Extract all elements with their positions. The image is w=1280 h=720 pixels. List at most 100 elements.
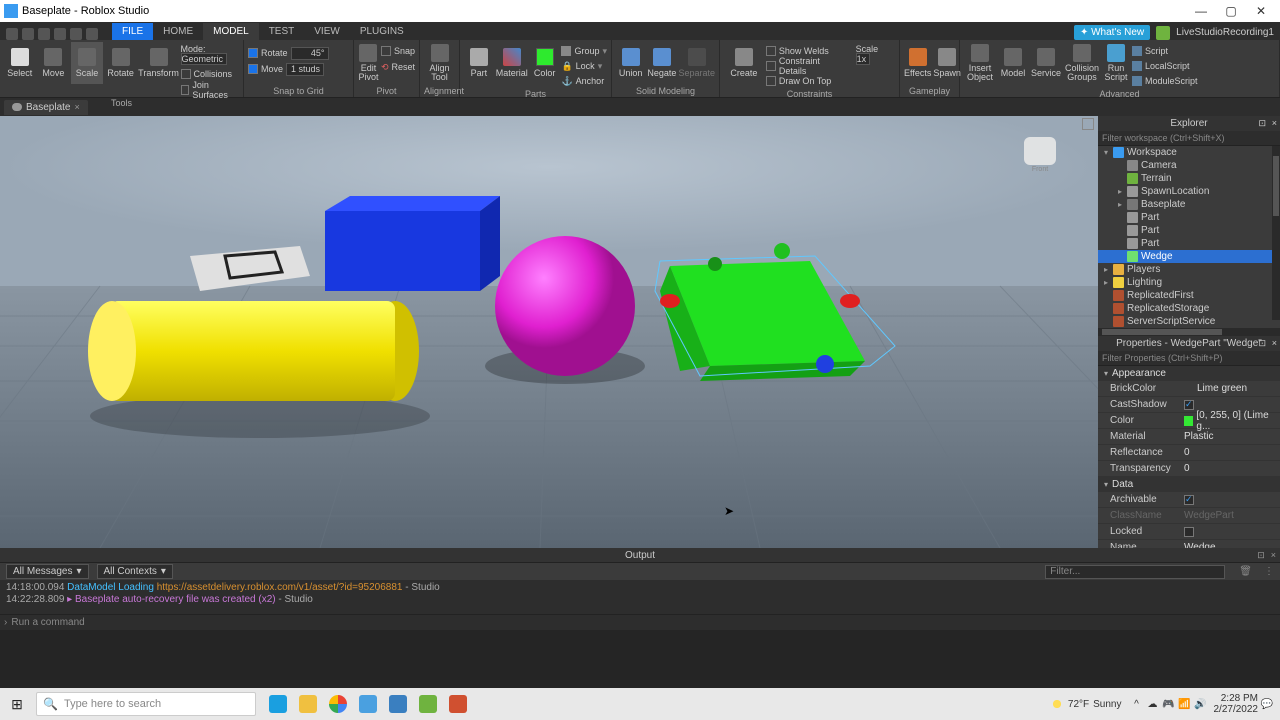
select-button[interactable]: Select — [4, 42, 36, 84]
tree-item-baseplate[interactable]: ▸Baseplate — [1098, 198, 1280, 211]
snap-rotate-input[interactable]: 45° — [291, 47, 329, 60]
scale-button[interactable]: Scale — [71, 42, 103, 84]
collision-groups-button[interactable]: Collision Groups — [1064, 42, 1100, 84]
tree-item-part[interactable]: Part — [1098, 211, 1280, 224]
run-script-button[interactable]: Run Script — [1102, 42, 1130, 84]
draw-on-top-checkbox[interactable] — [766, 76, 776, 86]
trash-icon[interactable]: 🗑 — [1239, 566, 1252, 577]
service-button[interactable]: Service — [1030, 42, 1062, 84]
taskbar-app[interactable] — [324, 690, 352, 718]
move-button[interactable]: Move — [38, 42, 70, 84]
output-messages-dropdown[interactable]: All Messages▾ — [6, 564, 89, 579]
tree-item-workspace[interactable]: ▾Workspace — [1098, 146, 1280, 159]
negate-button[interactable]: Negate — [647, 42, 676, 84]
collisions-checkbox[interactable] — [181, 69, 191, 79]
tab-model[interactable]: MODEL — [203, 23, 259, 40]
archivable-checkbox[interactable] — [1184, 495, 1194, 505]
snap-move-checkbox[interactable] — [248, 64, 258, 74]
expand-icon[interactable] — [1082, 118, 1094, 130]
group-button[interactable]: Group▾ — [561, 44, 607, 58]
create-constraint-button[interactable]: Create — [724, 42, 764, 84]
part-button[interactable]: Part — [464, 42, 494, 84]
close-panel-icon[interactable]: × — [1272, 338, 1277, 348]
rotate-button[interactable]: Rotate — [105, 42, 137, 84]
pin-icon[interactable]: ⊡ — [1258, 118, 1266, 129]
insert-object-button[interactable]: Insert Object — [964, 42, 996, 84]
start-button[interactable]: ⊞ — [0, 688, 34, 720]
qat-icon[interactable] — [54, 28, 66, 40]
model-button[interactable]: Model — [998, 42, 1028, 84]
tab-view[interactable]: VIEW — [304, 23, 350, 40]
properties-filter[interactable]: Filter Properties (Ctrl+Shift+P) — [1098, 351, 1280, 366]
tree-item-replicatedstorage[interactable]: ReplicatedStorage — [1098, 302, 1280, 315]
scrollbar-horizontal[interactable] — [1098, 328, 1280, 336]
taskbar-app[interactable] — [354, 690, 382, 718]
tray-icon[interactable]: 🎮 — [1162, 697, 1176, 711]
show-welds-checkbox[interactable] — [766, 46, 776, 56]
union-button[interactable]: Union — [616, 42, 645, 84]
doctab-close[interactable]: × — [74, 102, 79, 112]
tree-item-part[interactable]: Part — [1098, 224, 1280, 237]
weather-widget[interactable]: 72°F Sunny — [1050, 697, 1122, 711]
qat-icon[interactable] — [38, 28, 50, 40]
explorer-tree[interactable]: ▾WorkspaceCameraTerrain▸SpawnLocation▸Ba… — [1098, 146, 1280, 328]
modulescript-button[interactable]: ModuleScript — [1132, 74, 1198, 88]
taskbar-app[interactable] — [414, 690, 442, 718]
qat-icon[interactable] — [70, 28, 82, 40]
window-minimize[interactable]: — — [1186, 4, 1216, 18]
viewport-3d[interactable]: Front ➤ — [0, 116, 1098, 548]
taskbar-app[interactable] — [384, 690, 412, 718]
tree-item-camera[interactable]: Camera — [1098, 159, 1280, 172]
whats-new-button[interactable]: ✦ What's New — [1074, 25, 1150, 40]
tray-icon[interactable]: 📶 — [1178, 697, 1192, 711]
pin-icon[interactable]: ⊡ — [1258, 338, 1266, 349]
more-icon[interactable]: ⋮ — [1264, 566, 1274, 577]
align-tool-button[interactable]: Align Tool — [424, 42, 455, 84]
locked-checkbox[interactable] — [1184, 527, 1194, 537]
script-button[interactable]: Script — [1132, 44, 1198, 58]
constraint-details-checkbox[interactable] — [766, 61, 776, 71]
tree-item-lighting[interactable]: ▸Lighting — [1098, 276, 1280, 289]
tree-item-terrain[interactable]: Terrain — [1098, 172, 1280, 185]
edit-pivot-button[interactable]: Edit Pivot — [358, 42, 379, 84]
pivot-snap-checkbox[interactable] — [381, 46, 391, 56]
properties-grid[interactable]: ▾Appearance BrickColorLime green CastSha… — [1098, 366, 1280, 548]
output-filter[interactable]: Filter... — [1045, 565, 1225, 579]
join-surfaces-checkbox[interactable] — [181, 85, 190, 95]
qat-icon[interactable] — [22, 28, 34, 40]
tray-icon[interactable]: 🔊 — [1194, 697, 1208, 711]
tree-item-wedge[interactable]: Wedge — [1098, 250, 1280, 263]
lock-button[interactable]: 🔒Lock▾ — [561, 59, 607, 73]
tree-item-serverscriptservice[interactable]: ServerScriptService — [1098, 315, 1280, 328]
tree-item-part[interactable]: Part — [1098, 237, 1280, 250]
qat-icon[interactable] — [6, 28, 18, 40]
scrollbar-vertical[interactable] — [1272, 146, 1280, 320]
taskbar-search[interactable]: 🔍 Type here to search — [36, 692, 256, 716]
user-avatar[interactable] — [1156, 26, 1170, 40]
castshadow-checkbox[interactable] — [1184, 400, 1194, 410]
taskbar-app[interactable] — [444, 690, 472, 718]
constraint-scale-input[interactable]: 1x — [856, 53, 871, 65]
output-close-icon[interactable]: × — [1271, 550, 1276, 561]
tray-icon[interactable]: ☁ — [1146, 697, 1160, 711]
close-panel-icon[interactable]: × — [1272, 118, 1277, 128]
tab-file[interactable]: FILE — [112, 23, 153, 40]
material-button[interactable]: Material — [496, 42, 528, 84]
notifications-icon[interactable]: 💬 — [1260, 697, 1274, 711]
command-bar[interactable]: ›Run a command — [0, 614, 1280, 630]
snap-rotate-checkbox[interactable] — [248, 48, 258, 58]
anchor-button[interactable]: ⚓Anchor — [561, 74, 607, 88]
snap-move-input[interactable]: 1 studs — [286, 63, 324, 76]
mode-dropdown[interactable]: Geometric — [181, 53, 228, 65]
doctab-baseplate[interactable]: Baseplate × — [4, 100, 88, 115]
pivot-reset-button[interactable]: ⟲Reset — [381, 60, 415, 74]
window-close[interactable]: ✕ — [1246, 4, 1276, 18]
localscript-button[interactable]: LocalScript — [1132, 59, 1198, 73]
spawn-button[interactable]: Spawn — [933, 42, 961, 84]
tree-item-replicatedfirst[interactable]: ReplicatedFirst — [1098, 289, 1280, 302]
clock[interactable]: 2:28 PM2/27/2022 — [1214, 693, 1259, 715]
tab-plugins[interactable]: PLUGINS — [350, 23, 414, 40]
output-contexts-dropdown[interactable]: All Contexts▾ — [97, 564, 173, 579]
output-log[interactable]: 14:18:00.094 DataModel Loading https://a… — [0, 580, 1280, 614]
user-name[interactable]: LiveStudioRecording1 — [1176, 27, 1274, 38]
